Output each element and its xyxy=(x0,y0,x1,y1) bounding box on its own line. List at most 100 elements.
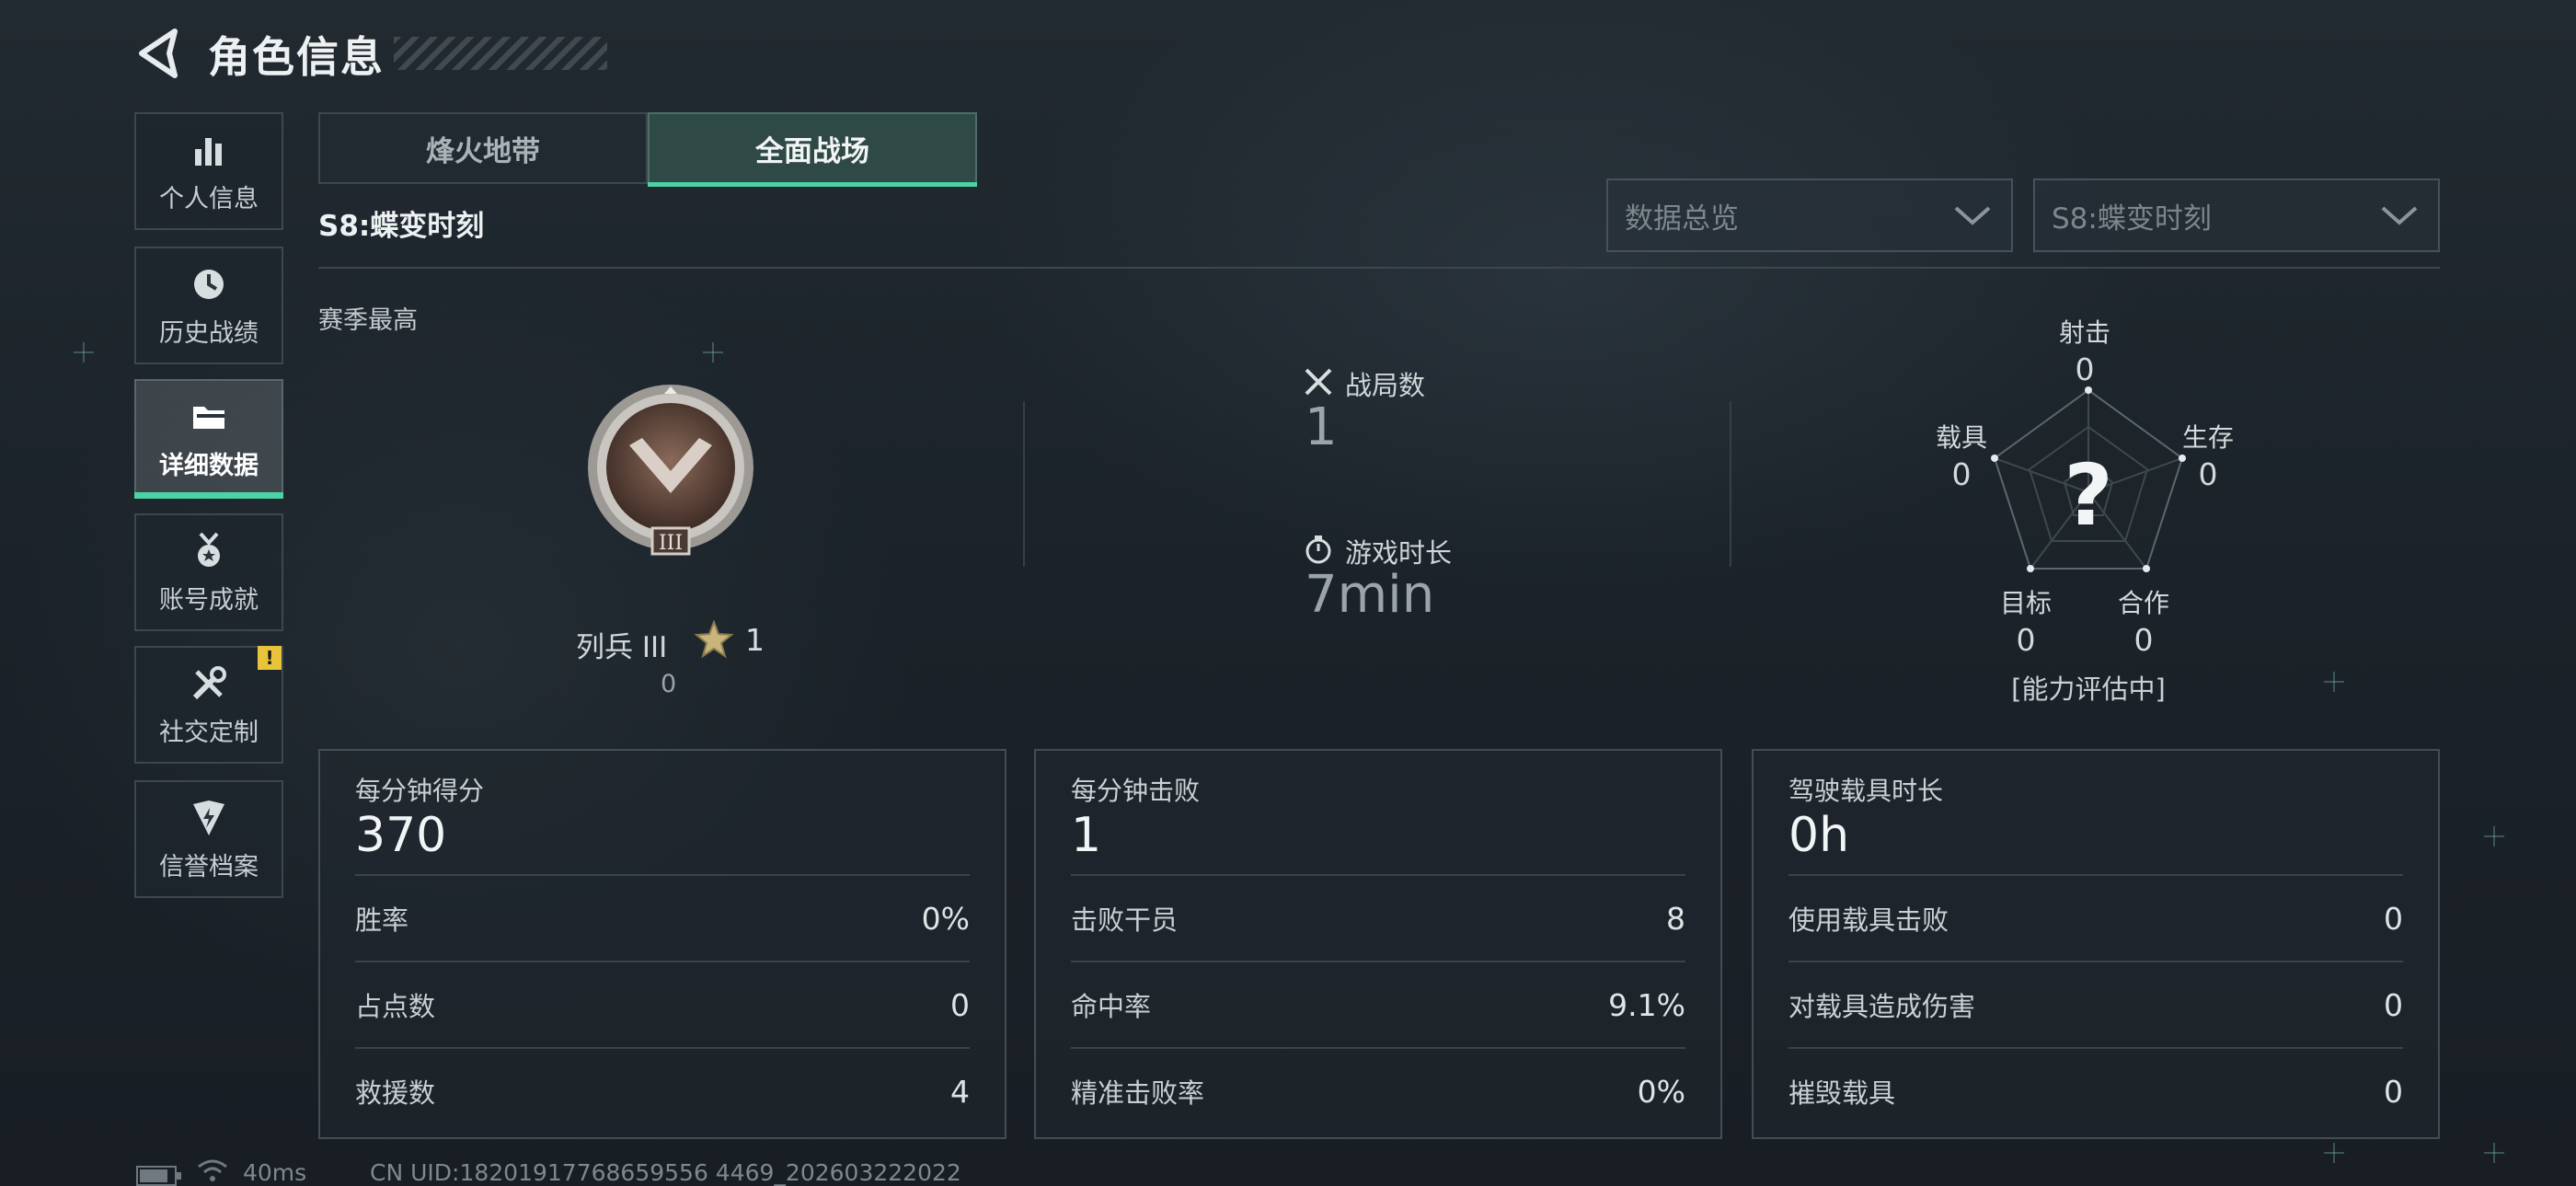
season-best-label: 赛季最高 xyxy=(318,306,418,335)
history-clock-icon xyxy=(194,269,224,299)
sidebar-item-history[interactable]: 历史战绩 xyxy=(134,247,283,364)
tab-beacon-zone[interactable]: 烽火地带 xyxy=(318,112,648,184)
sidebar-item-reputation[interactable]: 信誉档案 xyxy=(134,780,283,898)
radar-center-mark: ? xyxy=(2064,446,2112,545)
playtime-value: 7min xyxy=(1305,565,1435,625)
sidebar-item-detailed-data[interactable]: 详细数据 xyxy=(134,379,283,499)
matches-label: 战局数 xyxy=(1345,370,1426,401)
stats-panel-vehicle: 驾驶载具时长 0h 使用载具击败 0 对载具造成伤害 0 摧毁载具 0 xyxy=(1752,749,2440,1139)
crosshair-decoration xyxy=(2324,672,2344,692)
stat-row-value: 8 xyxy=(1666,900,1685,937)
radar-label-vehicle: 载具 xyxy=(1935,422,1987,453)
sidebar-item-label: 历史战绩 xyxy=(159,318,259,348)
panel-value: 1 xyxy=(1071,808,1102,863)
crosshair-decoration xyxy=(2484,826,2504,846)
matches-value: 1 xyxy=(1305,397,1338,457)
season-dropdown[interactable]: S8:蝶变时刻 xyxy=(2033,178,2440,252)
radar-label-survival: 生存 xyxy=(2181,422,2234,453)
sidebar-item-social-customization[interactable]: 社交定制 ! xyxy=(134,646,283,764)
sidebar-item-label: 账号成就 xyxy=(159,585,259,615)
chevron-down-icon xyxy=(2381,206,2418,225)
radar-label-objective: 目标 xyxy=(1999,588,2052,618)
stat-row: 精准击败率 0% xyxy=(1071,1047,1685,1134)
chevron-down-icon xyxy=(1954,206,1991,225)
stat-row-label: 精准击败率 xyxy=(1071,1077,1205,1109)
title-decoration xyxy=(394,37,607,70)
rank-points: 0 xyxy=(661,670,677,698)
radar-value-survival: 0 xyxy=(2198,456,2218,492)
radar-value-objective: 0 xyxy=(2016,622,2036,658)
stat-row-label: 命中率 xyxy=(1071,991,1152,1022)
radar-value-shooting: 0 xyxy=(2075,351,2095,387)
stat-row-value: 4 xyxy=(950,1073,970,1110)
stat-row: 使用载具击败 0 xyxy=(1788,874,2403,961)
stat-row-value: 0% xyxy=(1637,1073,1685,1110)
radar-label-shooting: 射击 xyxy=(2058,317,2110,348)
stat-row-value: 0 xyxy=(950,986,970,1023)
stat-row-label: 对载具造成伤害 xyxy=(1788,991,1976,1022)
stat-row-label: 胜率 xyxy=(355,904,409,936)
medal-icon xyxy=(198,532,220,567)
tab-all-out-warfare[interactable]: 全面战场 xyxy=(648,112,977,187)
radar-value-vehicle: 0 xyxy=(1951,456,1972,492)
season-title: S8:蝶变时刻 xyxy=(318,210,485,243)
stat-row: 占点数 0 xyxy=(355,961,970,1047)
stat-row-label: 使用载具击败 xyxy=(1788,904,1949,936)
network-ping: 40ms xyxy=(243,1159,307,1186)
section-divider xyxy=(318,267,2440,269)
crosshair-decoration xyxy=(2484,1143,2504,1163)
dropdown-value: S8:蝶变时刻 xyxy=(2052,202,2212,236)
stat-row: 救援数 4 xyxy=(355,1047,970,1134)
rank-medal-icon: III xyxy=(588,385,753,556)
panel-title: 驾驶载具时长 xyxy=(1788,776,1944,806)
stat-row-label: 救援数 xyxy=(355,1077,436,1109)
sidebar-item-achievements[interactable]: 账号成就 xyxy=(134,513,283,631)
radar-label-cooperation: 合作 xyxy=(2117,588,2169,618)
stat-row-label: 占点数 xyxy=(355,991,436,1022)
radar-value-cooperation: 0 xyxy=(2133,622,2154,658)
crosshair-decoration xyxy=(703,342,723,363)
panel-title: 每分钟得分 xyxy=(355,776,485,806)
stopwatch-icon xyxy=(1305,535,1331,564)
stat-row-value: 0 xyxy=(2384,1073,2403,1110)
shield-bolt-icon xyxy=(193,800,224,835)
star-icon xyxy=(694,620,734,659)
wifi-icon xyxy=(198,1159,227,1181)
crosshair-decoration xyxy=(2324,1143,2344,1163)
sidebar-item-label: 个人信息 xyxy=(159,184,259,213)
back-arrow-icon[interactable] xyxy=(134,28,180,79)
crossed-swords-icon xyxy=(1305,368,1332,396)
folder-icon xyxy=(193,406,224,429)
vertical-divider xyxy=(1730,401,1731,567)
star-count: 1 xyxy=(745,622,765,658)
rank-name: 列兵 III xyxy=(576,631,668,664)
tools-icon xyxy=(192,665,226,699)
sidebar-item-personal-info[interactable]: 个人信息 xyxy=(134,112,283,230)
dropdown-value: 数据总览 xyxy=(1625,202,1739,236)
ability-evaluation-status: [能力评估中] xyxy=(2011,674,2166,705)
stat-row: 击败干员 8 xyxy=(1071,874,1685,961)
stat-row-label: 击败干员 xyxy=(1071,904,1179,936)
stat-row: 摧毁载具 0 xyxy=(1788,1047,2403,1134)
stat-row: 命中率 9.1% xyxy=(1071,961,1685,1047)
stat-row-value: 0 xyxy=(2384,986,2403,1023)
stat-row-value: 0 xyxy=(2384,900,2403,937)
page-title: 角色信息 xyxy=(208,32,385,82)
rank-numeral: III xyxy=(659,532,683,555)
sidebar-item-label: 信誉档案 xyxy=(159,852,259,881)
category-dropdown[interactable]: 数据总览 xyxy=(1606,178,2013,252)
stat-row-label: 摧毁载具 xyxy=(1788,1077,1896,1109)
sidebar-item-label: 社交定制 xyxy=(159,718,259,747)
crosshair-decoration xyxy=(74,342,94,363)
panel-value: 0h xyxy=(1788,808,1850,863)
panel-value: 370 xyxy=(355,808,447,863)
notification-badge: ! xyxy=(258,646,282,670)
stat-row: 胜率 0% xyxy=(355,874,970,961)
stat-row-value: 9.1% xyxy=(1608,986,1685,1023)
bar-chart-icon xyxy=(195,137,222,166)
stats-panel-score: 每分钟得分 370 胜率 0% 占点数 0 救援数 4 xyxy=(318,749,1006,1139)
stat-row: 对载具造成伤害 0 xyxy=(1788,961,2403,1047)
panel-title: 每分钟击败 xyxy=(1071,776,1201,806)
user-uid: CN UID:18201917768659556 4469_2026032220… xyxy=(370,1159,961,1186)
stat-row-value: 0% xyxy=(921,900,970,937)
